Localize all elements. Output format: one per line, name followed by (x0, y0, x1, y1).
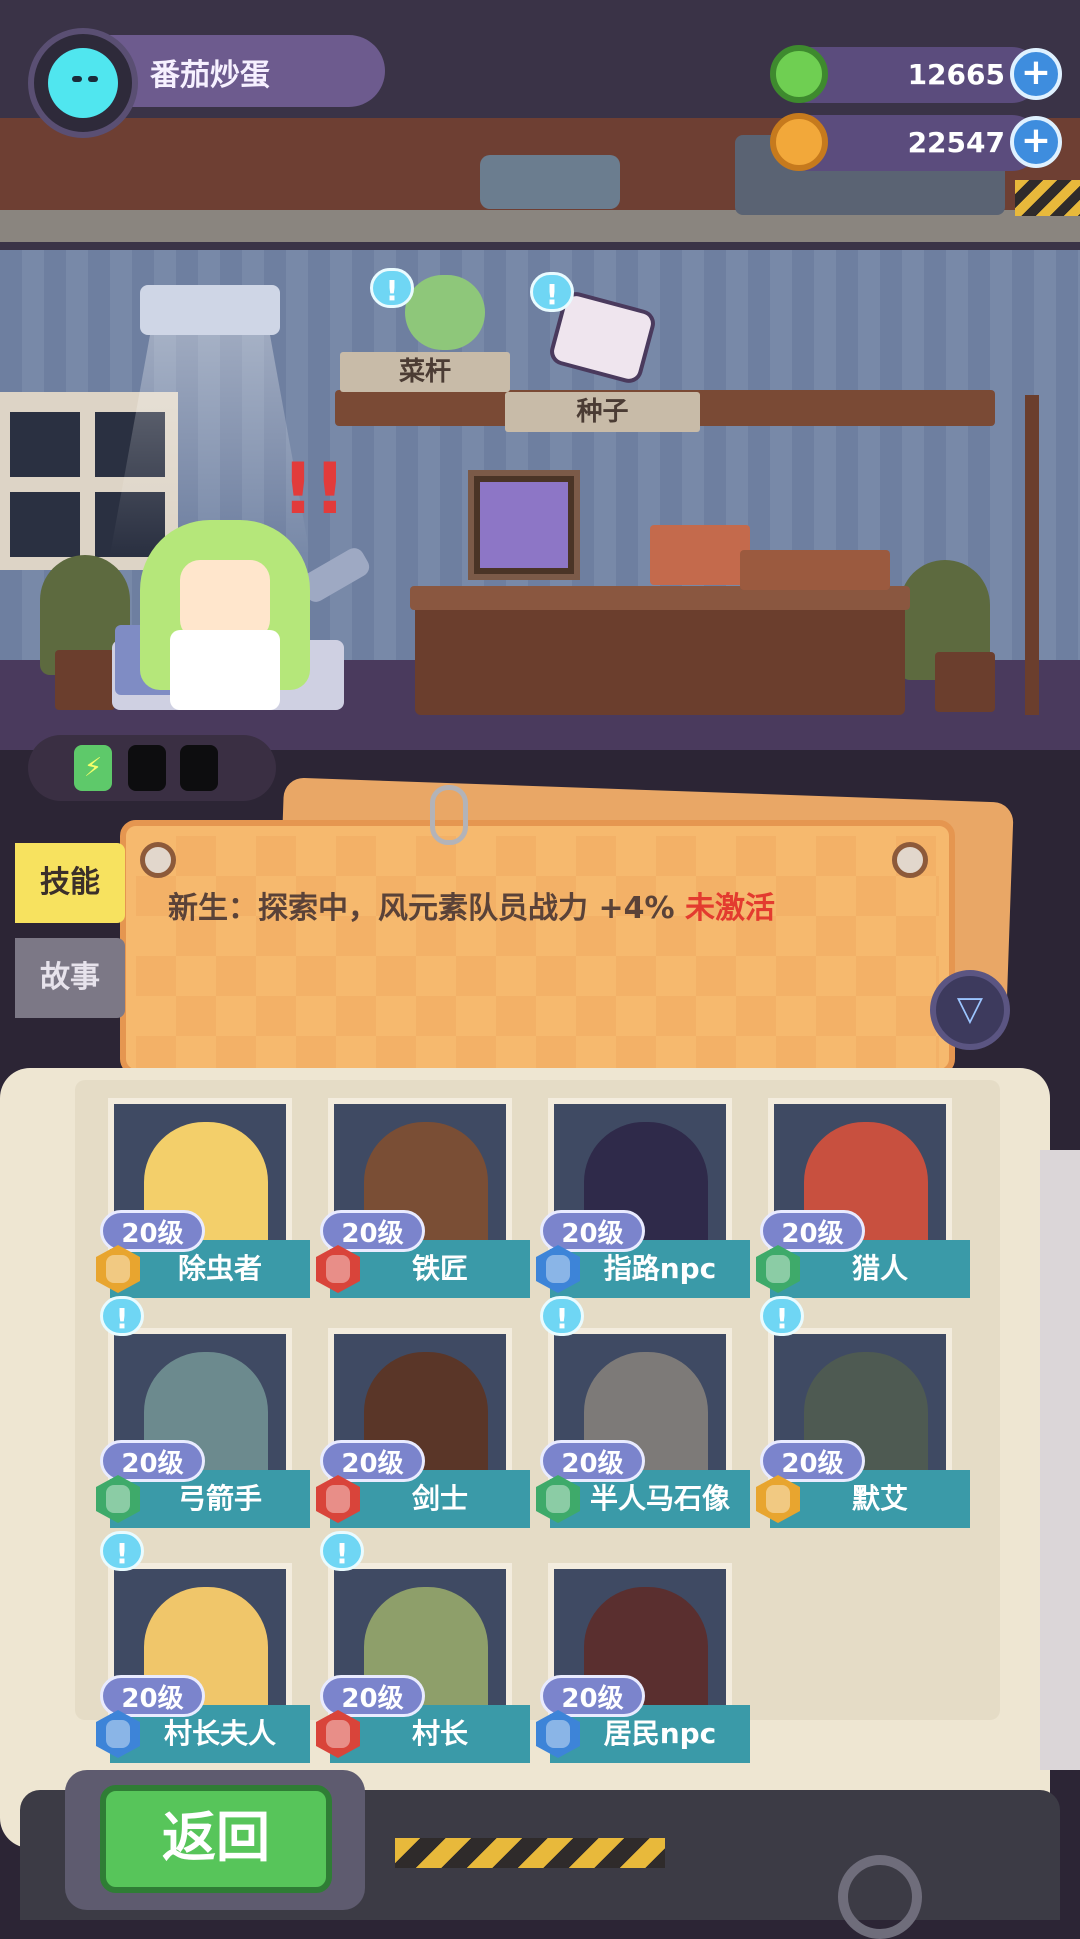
coat-rack-decor (1025, 395, 1039, 715)
character-level: 20级 (100, 1675, 205, 1717)
character-level: 20级 (320, 1675, 425, 1717)
character-card[interactable]: 默艾 20级! (756, 1296, 970, 1538)
window-pane (10, 412, 80, 477)
avatar-eye (88, 76, 98, 82)
alert-bubble-icon: ! (100, 1531, 144, 1571)
character-card[interactable]: 指路npc 20级 (536, 1090, 750, 1308)
badge-inner (106, 1720, 130, 1748)
book-right-page (1040, 1150, 1080, 1770)
paperclip-icon (430, 785, 468, 845)
selected-character-sprite[interactable] (140, 520, 310, 710)
window-pane (10, 492, 80, 557)
character-card[interactable]: 猎人 20级 (756, 1090, 970, 1308)
item-tag-seed: 种子 (505, 392, 700, 432)
panel-pattern (136, 836, 939, 1069)
badge-inner (106, 1485, 130, 1513)
character-level: 20级 (760, 1210, 865, 1252)
character-card[interactable]: 村长 20级! (316, 1531, 530, 1773)
battery-charged-icon: ⚡ (74, 745, 112, 791)
alert-bubble-icon: ! (540, 1296, 584, 1336)
character-level: 20级 (540, 1210, 645, 1252)
cabbage-stalk-item[interactable] (405, 275, 485, 350)
skill-description: 新生：探索中，风元素队员战力 +4% 未激活 (168, 883, 775, 927)
character-level: 20级 (100, 1440, 205, 1482)
currency-value-donut: 12665 (907, 58, 1005, 91)
badge-inner (326, 1255, 350, 1283)
badge-inner (766, 1485, 790, 1513)
character-level: 20级 (540, 1675, 645, 1717)
badge-inner (106, 1255, 130, 1283)
character-card[interactable]: 半人马石像 20级! (536, 1296, 750, 1538)
tab-skills[interactable]: 技能 (15, 843, 125, 923)
vent-decor (480, 155, 620, 209)
character-card[interactable]: 村长夫人 20级! (96, 1531, 310, 1773)
back-button[interactable]: 返回 (100, 1785, 332, 1893)
add-coin-button[interactable]: + (1010, 116, 1062, 168)
item-tag-stalk: 菜杆 (340, 352, 510, 392)
projector-lamp (140, 285, 280, 335)
character-level: 20级 (320, 1440, 425, 1482)
gear-decor (838, 1855, 922, 1939)
skill-status: 未激活 (684, 891, 775, 926)
badge-inner (546, 1255, 570, 1283)
character-face (180, 560, 270, 640)
alert-bubble-icon: ! (320, 1531, 364, 1571)
player-avatar[interactable] (28, 28, 138, 138)
character-dress (170, 630, 280, 710)
battery-empty-icon (180, 745, 218, 791)
character-card[interactable]: 剑士 20级 (316, 1320, 530, 1538)
badge-inner (766, 1255, 790, 1283)
character-card[interactable]: 弓箭手 20级! (96, 1296, 310, 1538)
currency-value-coin: 22547 (907, 126, 1005, 159)
battery-empty-icon (128, 745, 166, 791)
character-card[interactable]: 铁匠 20级 (316, 1090, 530, 1308)
skill-panel (120, 820, 955, 1075)
plant-pot (55, 650, 115, 710)
add-donut-button[interactable]: + (1010, 48, 1062, 100)
skill-text: 新生：探索中，风元素队员战力 +4% (168, 891, 675, 926)
filter-button[interactable]: ▽ (930, 970, 1010, 1050)
badge-inner (326, 1485, 350, 1513)
alert-bubble-icon: ! (100, 1296, 144, 1336)
hazard-stripe (395, 1838, 665, 1868)
character-level: 20级 (540, 1440, 645, 1482)
cat-face-icon (48, 48, 118, 118)
hazard-stripe (1015, 180, 1080, 216)
badge-inner (546, 1485, 570, 1513)
player-name: 番茄炒蛋 (150, 58, 270, 93)
badge-inner (546, 1720, 570, 1748)
character-level: 20级 (100, 1210, 205, 1252)
character-card[interactable]: 除虫者 20级 (96, 1090, 310, 1308)
character-level: 20级 (320, 1210, 425, 1252)
badge-inner (326, 1720, 350, 1748)
photo-image (480, 482, 568, 568)
energy-bar: ⚡ (28, 735, 276, 801)
plant-pot (935, 652, 995, 712)
character-level: 20级 (760, 1440, 865, 1482)
alert-bubble-icon: ! (760, 1296, 804, 1336)
box-decor (740, 550, 890, 590)
character-card[interactable]: 居民npc 20级 (536, 1555, 750, 1773)
alert-bubble-icon: ! (530, 272, 574, 312)
tab-story[interactable]: 故事 (15, 938, 125, 1018)
books-decor (650, 525, 750, 585)
exclaim-icon: !! (282, 448, 346, 530)
avatar-eye (72, 76, 82, 82)
photo-frame-decor (468, 470, 580, 580)
alert-bubble-icon: ! (370, 268, 414, 308)
pin-icon (892, 842, 928, 878)
pin-icon (140, 842, 176, 878)
